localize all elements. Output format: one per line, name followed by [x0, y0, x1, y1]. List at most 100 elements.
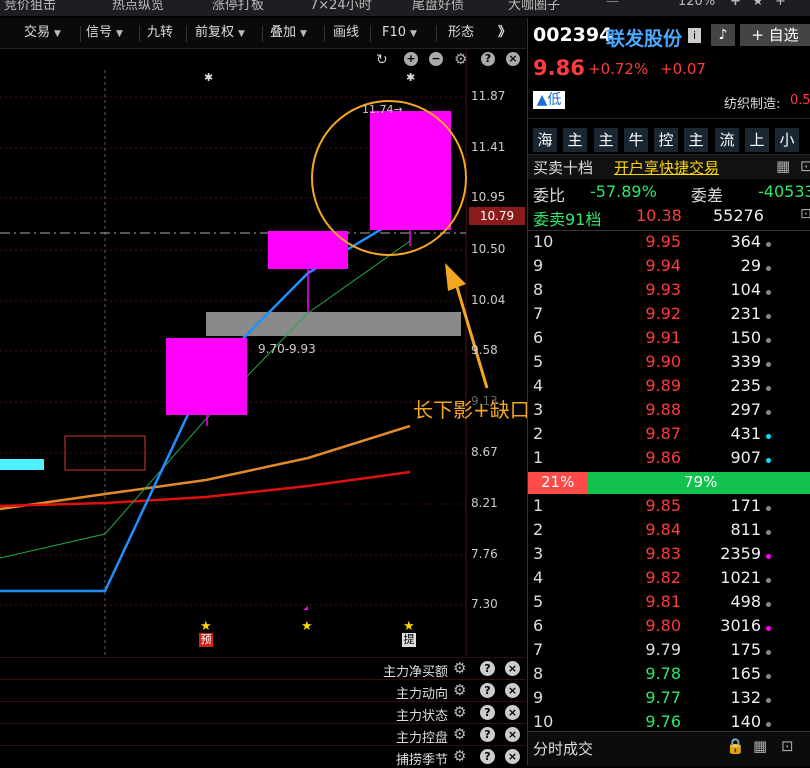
toolbar-adjust[interactable]: 前复权 ▼ — [195, 22, 245, 44]
top-tab[interactable]: 竞价狙击 — [4, 0, 56, 13]
asks-row[interactable]: 5 9.90 339 — [528, 352, 810, 376]
bids-row[interactable]: 7 9.79 175 — [528, 640, 810, 664]
help-icon[interactable]: ? — [481, 52, 495, 66]
asks-row[interactable]: 7 9.92 231 — [528, 304, 810, 328]
bids-row[interactable]: 3 9.83 2359 — [528, 544, 810, 568]
concept-tag[interactable]: 控 — [654, 128, 678, 152]
candle — [370, 111, 451, 230]
help-icon[interactable]: ? — [480, 749, 495, 764]
expand-icon[interactable]: ⊡ — [781, 737, 794, 755]
toolbar-pattern[interactable]: 形态 — [448, 22, 474, 44]
toolbar-trade[interactable]: 交易 ▼ — [24, 22, 61, 44]
concept-tag[interactable]: 主 — [563, 128, 587, 152]
sell91-row[interactable]: 委卖91档 10.38 55276 ⊡ — [528, 206, 810, 231]
minus-icon[interactable]: − — [429, 52, 443, 66]
bids-row[interactable]: 4 9.82 1021 — [528, 568, 810, 592]
concept-tag[interactable]: 上 — [745, 128, 769, 152]
gear-icon[interactable]: ⚙ — [453, 681, 466, 699]
toolbar-signal[interactable]: 信号 ▼ — [86, 22, 123, 44]
plus-icon[interactable]: + — [775, 0, 786, 9]
bids-row[interactable]: 5 9.81 498 — [528, 592, 810, 616]
asks-row[interactable]: 3 9.88 297 — [528, 400, 810, 424]
gear-icon[interactable]: ⚙ — [453, 703, 466, 721]
close-icon[interactable]: × — [506, 52, 520, 66]
help-icon[interactable]: ? — [480, 705, 495, 720]
calculator-icon[interactable]: ▦ — [753, 737, 767, 755]
dot-icon — [766, 554, 771, 559]
calculator-icon[interactable]: ▦ — [776, 157, 790, 175]
plus-icon[interactable]: + — [730, 0, 741, 9]
close-icon[interactable]: × — [505, 705, 520, 720]
toolbar-nine-turn[interactable]: 九转 — [147, 22, 173, 44]
top-tab[interactable]: 热点纵览 — [112, 0, 164, 13]
concept-tag[interactable]: 海 — [533, 128, 557, 152]
indicator-pane[interactable]: 主力状态 ⚙ ? × — [0, 701, 526, 724]
gear-icon[interactable]: ⚙ — [453, 747, 466, 765]
gear-icon[interactable]: ⚙ — [453, 725, 466, 743]
asks-row[interactable]: 6 9.91 150 — [528, 328, 810, 352]
star-icon[interactable]: ★ — [752, 0, 764, 9]
quick-trade-link[interactable]: 开户享快捷交易 — [614, 157, 719, 178]
help-icon[interactable]: ? — [480, 661, 495, 676]
forecast-badge[interactable]: 预 — [199, 633, 213, 647]
industry-label[interactable]: 纺织制造: — [724, 93, 780, 112]
level-volume: 235 — [730, 376, 761, 395]
top-tab[interactable]: 大咖圈子 — [508, 0, 560, 13]
help-icon[interactable]: ? — [480, 727, 495, 742]
indicator-pane[interactable]: 主力净买额 ⚙ ? × — [0, 657, 526, 680]
zoom-out-icon[interactable]: — — [606, 0, 619, 9]
toolbar-overlay[interactable]: 叠加 ▼ — [270, 22, 307, 44]
add-watch-button[interactable]: + 自选 — [740, 24, 810, 46]
bids-row[interactable]: 9 9.77 132 — [528, 688, 810, 712]
reset-icon[interactable]: ↻ — [376, 52, 388, 68]
plus-icon[interactable]: + — [404, 52, 418, 66]
bids-row[interactable]: 6 9.80 3016 — [528, 616, 810, 640]
concept-tag[interactable]: 主 — [594, 128, 618, 152]
level-price: 9.85 — [645, 496, 681, 515]
toolbar-draw[interactable]: 画线 — [333, 22, 359, 44]
risk-level-badge[interactable]: ▲低 — [533, 91, 565, 109]
top-tab[interactable]: 尾盘好债 — [412, 0, 464, 13]
asks-row[interactable]: 9 9.94 29 — [528, 256, 810, 280]
asks-row[interactable]: 2 9.87 431 — [528, 424, 810, 448]
close-icon[interactable]: × — [505, 661, 520, 676]
help-icon[interactable]: ? — [480, 683, 495, 698]
bids-row[interactable]: 8 9.78 165 — [528, 664, 810, 688]
asks-row[interactable]: 1 9.86 907 — [528, 448, 810, 472]
close-icon[interactable]: × — [505, 683, 520, 698]
toolbar-more[interactable]: 》 — [498, 22, 511, 44]
asks-row[interactable]: 8 9.93 104 — [528, 280, 810, 304]
toolbar-f10[interactable]: F10 ▼ — [382, 22, 417, 44]
concept-tag[interactable]: 牛 — [624, 128, 648, 152]
gear-icon[interactable]: ⚙ — [453, 659, 466, 677]
asks-row[interactable]: 10 9.95 364 — [528, 232, 810, 256]
level-volume: 175 — [730, 640, 761, 659]
orderbook-header: 买卖十档 开户享快捷交易 ▦ ⊡ — [528, 154, 810, 179]
expand-icon[interactable]: ⊡ — [800, 157, 810, 175]
indicator-pane[interactable]: 主力动向 ⚙ ? × — [0, 679, 526, 702]
concept-tag[interactable]: 小 — [775, 128, 799, 152]
top-tab[interactable]: 涨停打板 — [212, 0, 264, 13]
warning-icon: ▲ — [536, 92, 548, 108]
asks-row[interactable]: 4 9.89 235 — [528, 376, 810, 400]
level-price: 9.92 — [645, 304, 681, 323]
concept-tag[interactable]: 流 — [715, 128, 739, 152]
bids-row[interactable]: 1 9.85 171 — [528, 496, 810, 520]
level-number: 8 — [533, 280, 544, 299]
orderbook-title[interactable]: 买卖十档 — [533, 157, 593, 178]
close-icon[interactable]: × — [505, 727, 520, 742]
concept-tag[interactable]: 主 — [684, 128, 708, 152]
expand-icon[interactable]: ⊡ — [800, 206, 810, 222]
quote-panel: 002394 联发股份 i ♪ + 自选 9.86 +0.72% +0.07 ▲… — [527, 18, 810, 766]
trades-title[interactable]: 分时成交 — [533, 738, 593, 759]
reminder-badge[interactable]: 提 — [402, 633, 416, 647]
gear-icon[interactable]: ⚙ — [454, 50, 467, 68]
bell-icon[interactable]: ♪ — [711, 24, 735, 46]
bids-row[interactable]: 2 9.84 811 — [528, 520, 810, 544]
level-volume: 339 — [730, 352, 761, 371]
close-icon[interactable]: × — [505, 749, 520, 764]
indicator-pane[interactable]: 主力控盘 ⚙ ? × — [0, 723, 526, 746]
top-tab[interactable]: 7×24小时 — [310, 0, 372, 13]
info-icon[interactable]: i — [688, 28, 701, 43]
lock-icon[interactable]: 🔒 — [726, 737, 745, 755]
